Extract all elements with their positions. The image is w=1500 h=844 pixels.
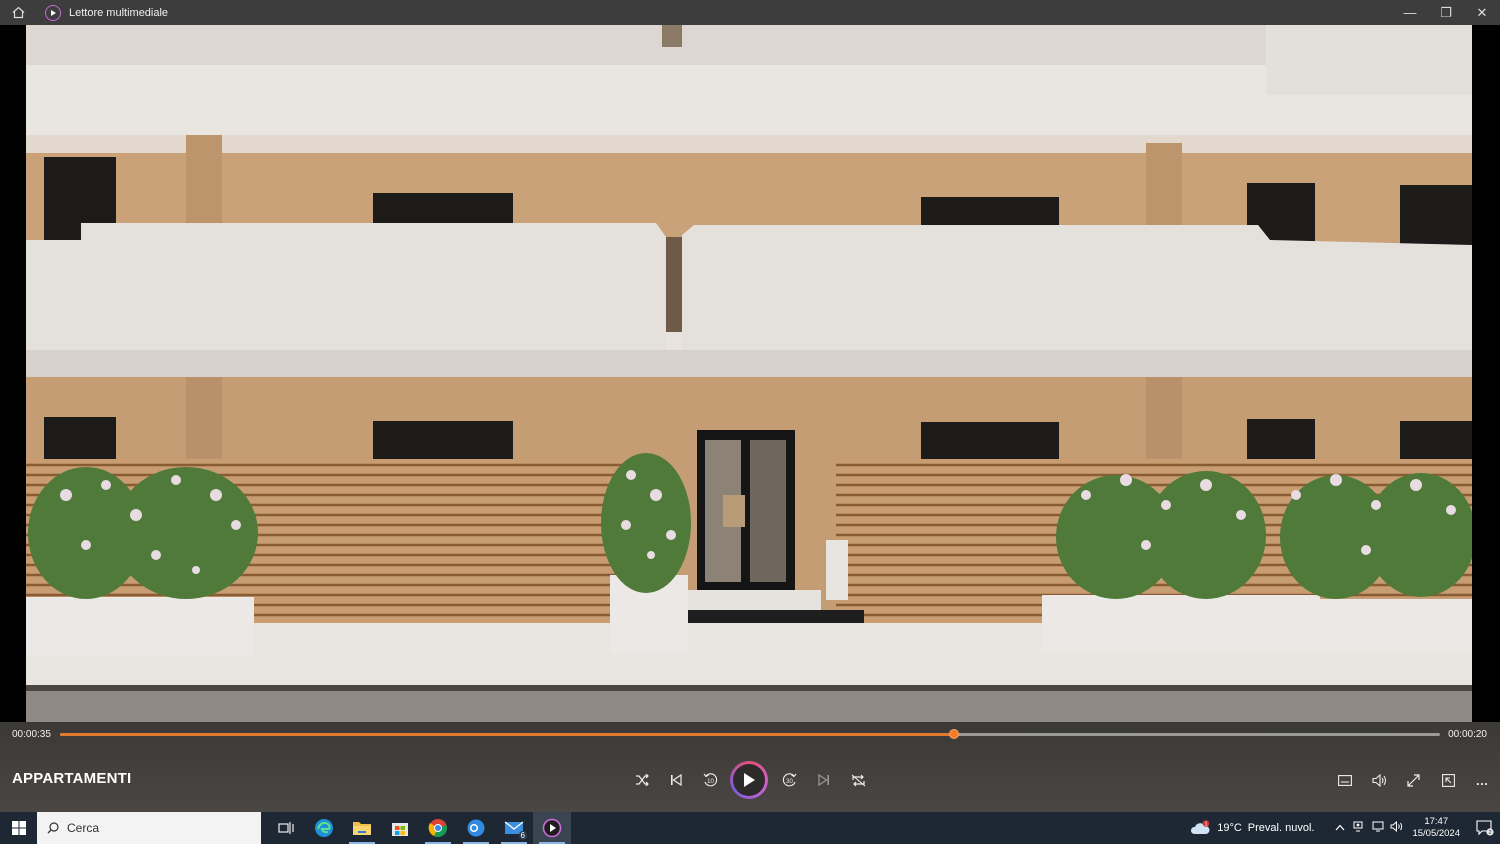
video-frame[interactable]: [26, 25, 1472, 722]
weather-widget[interactable]: 1 19°C Preval. nuvol.: [1189, 820, 1314, 836]
close-button[interactable]: ✕: [1464, 0, 1500, 25]
media-player-window: Lettore multimediale — ❐ ✕ 00:00:35 00:0…: [0, 0, 1500, 844]
notifications-button[interactable]: 2: [1470, 820, 1500, 836]
restore-button[interactable]: ❐: [1428, 0, 1464, 25]
video-image: [26, 25, 1472, 722]
clock-date: 15/05/2024: [1412, 828, 1460, 839]
skip-forward-icon: 30: [782, 773, 797, 787]
store-icon: [392, 823, 408, 836]
taskbar-store[interactable]: [381, 812, 419, 844]
clock-time: 17:47: [1424, 816, 1449, 827]
search-icon: [47, 822, 59, 834]
mail-badge: 6: [518, 831, 527, 840]
media-player-icon: [542, 818, 562, 838]
cloud-icon: 1: [1191, 820, 1210, 834]
miniplayer-icon: [1441, 773, 1455, 787]
volume-button[interactable]: [1364, 765, 1394, 795]
minimize-button[interactable]: —: [1392, 0, 1428, 25]
seek-bar[interactable]: [60, 729, 1440, 739]
start-button[interactable]: [0, 812, 37, 844]
task-view-button[interactable]: [267, 812, 305, 844]
volume-icon: [1371, 773, 1386, 787]
skip-forward-button[interactable]: 30: [775, 765, 805, 795]
system-tray: 1 19°C Preval. nuvol. 17:47 15/05/2024 2: [1189, 812, 1500, 844]
taskbar-chrome[interactable]: [419, 812, 457, 844]
task-view-icon: [278, 822, 294, 834]
miniplayer-button[interactable]: [1433, 765, 1463, 795]
fullscreen-button[interactable]: [1398, 765, 1428, 795]
network-icon[interactable]: [1368, 821, 1387, 835]
shuffle-button[interactable]: [627, 765, 657, 795]
taskbar-mail[interactable]: 6: [495, 812, 533, 844]
window-title: Lettore multimediale: [69, 6, 169, 19]
media-player-icon: [45, 4, 61, 21]
chevron-up-icon[interactable]: [1330, 822, 1349, 834]
previous-icon: [671, 774, 682, 786]
taskbar-media-player[interactable]: [533, 812, 571, 844]
taskbar-file-explorer[interactable]: [343, 812, 381, 844]
seek-progress: [60, 733, 955, 736]
folder-icon: [353, 822, 371, 835]
title-bar: Lettore multimediale — ❐ ✕: [0, 0, 1500, 25]
play-icon: [744, 773, 755, 787]
play-button[interactable]: [730, 761, 768, 799]
home-icon: [12, 6, 24, 19]
clock[interactable]: 17:47 15/05/2024: [1412, 816, 1460, 840]
edge-icon: [315, 819, 333, 837]
subtitles-button[interactable]: [1330, 765, 1360, 795]
taskbar-edge[interactable]: [305, 812, 343, 844]
outlook-icon: [467, 819, 485, 837]
home-button[interactable]: [0, 0, 36, 25]
search-placeholder: Cerca: [67, 821, 100, 835]
next-button[interactable]: [809, 765, 839, 795]
weather-desc: Preval. nuvol.: [1247, 822, 1315, 834]
playback-controls: 00:00:35 00:00:20 APPARTAMENTI 10 30 …: [0, 722, 1500, 812]
skip-back-button[interactable]: 10: [695, 765, 725, 795]
repeat-button[interactable]: [843, 765, 873, 795]
time-elapsed: 00:00:35: [12, 729, 51, 740]
taskbar-outlook[interactable]: [457, 812, 495, 844]
seek-thumb[interactable]: [949, 729, 960, 739]
fullscreen-icon: [1406, 773, 1420, 787]
repeat-icon: [851, 774, 865, 786]
subtitles-icon: [1338, 774, 1352, 786]
svg-text:1: 1: [1205, 822, 1208, 828]
time-remaining: 00:00:20: [1448, 729, 1487, 740]
meet-now-icon[interactable]: [1349, 821, 1368, 835]
more-options-button[interactable]: …: [1467, 765, 1497, 795]
windows-logo-icon: [11, 821, 26, 835]
svg-text:2: 2: [1488, 830, 1491, 836]
svg-text:10: 10: [707, 779, 714, 785]
shuffle-icon: [636, 774, 649, 786]
media-title: APPARTAMENTI: [12, 770, 132, 787]
skip-back-icon: 10: [703, 773, 718, 787]
previous-button[interactable]: [661, 765, 691, 795]
taskbar: Cerca 6 1 19°C Preval. nuvol. 17:47 15/0…: [0, 812, 1500, 844]
speaker-icon[interactable]: [1387, 820, 1406, 835]
chrome-icon: [428, 819, 447, 837]
svg-text:30: 30: [786, 779, 793, 785]
notification-icon: 2: [1476, 820, 1494, 836]
search-box[interactable]: Cerca: [37, 812, 261, 844]
weather-temp: 19°C: [1217, 822, 1242, 834]
next-icon: [818, 774, 829, 786]
